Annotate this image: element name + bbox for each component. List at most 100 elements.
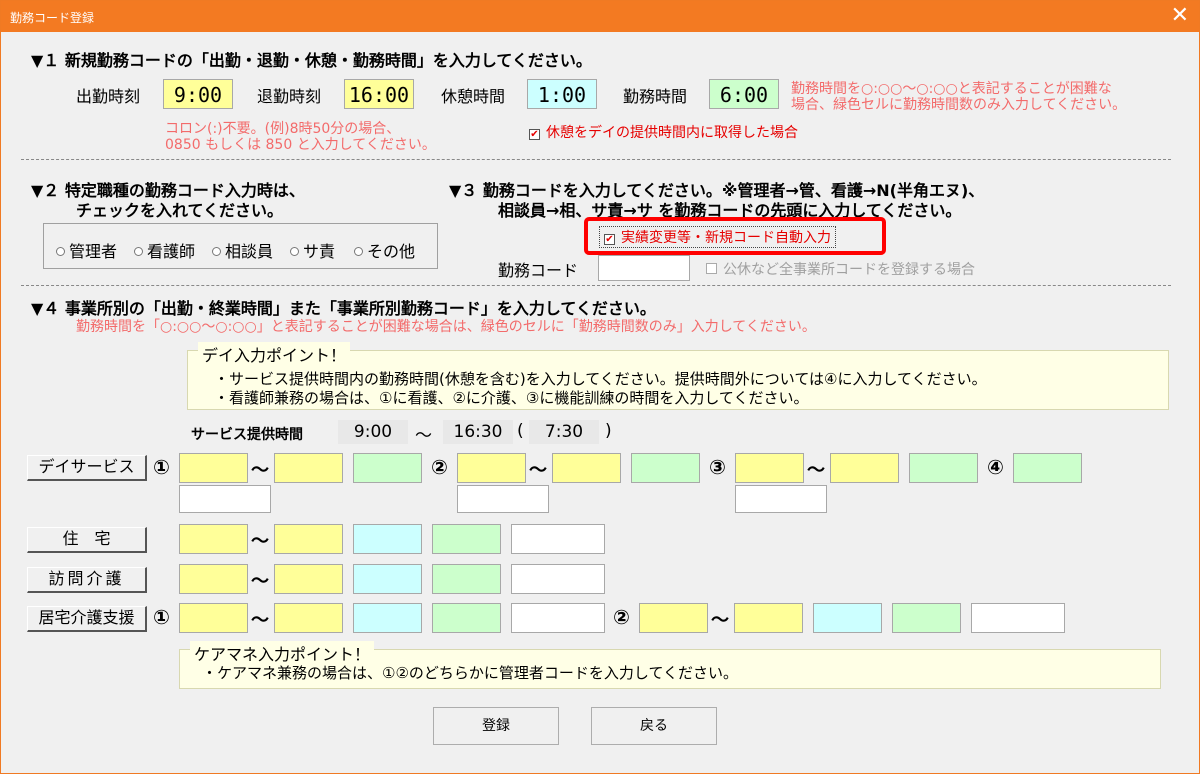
start-time-label: 出勤時刻: [76, 87, 141, 106]
day-info-legend: デイ入力ポイント！: [198, 342, 351, 366]
care-info-line-1: ・ケアマネ兼務の場合は、①②のどちらかに管理者コードを入力してください。: [202, 664, 738, 682]
window-title: 勤務コード登録: [10, 11, 95, 25]
checkbox-icon: [706, 263, 717, 274]
slot-2-marker: ②: [431, 455, 448, 479]
row-label-housing: 住 宅: [27, 527, 147, 553]
work-time-note-1: 勤務時間を○:○○～○:○○と表記することが困難な: [791, 81, 1112, 97]
section2-heading-2: チェックを入れてください。: [76, 201, 284, 220]
radio-counselor[interactable]: 相談員: [212, 238, 273, 262]
colon-note-2: 0850 もしくは 850 と入力してください。: [165, 137, 436, 153]
section1-heading: ▼１ 新規勤務コードの「出勤・退勤・休憩・勤務時間」を入力してください。: [31, 51, 592, 70]
colon-note-1: コロン(:)不要。(例)8時50分の場合、: [165, 121, 401, 137]
day-slot1-hours-input[interactable]: [353, 453, 422, 483]
row-label-visit-care: 訪問介護: [27, 567, 147, 593]
service-start-value: 9:00: [338, 420, 408, 444]
support-slot1-end-input[interactable]: [274, 603, 343, 633]
support-slot2-start-input[interactable]: [639, 603, 708, 633]
radio-icon: [290, 247, 299, 256]
day-slot3-start-input[interactable]: [735, 453, 804, 483]
back-button[interactable]: 戻る: [591, 707, 717, 745]
auto-input-checkbox[interactable]: ✔ 実績変更等・新規コード自動入力: [599, 226, 836, 248]
checkbox-check-icon: ✔: [529, 129, 540, 140]
radio-other[interactable]: その他: [354, 238, 415, 262]
care-manager-info-box: ケアマネ入力ポイント！ ・ケアマネ兼務の場合は、①②のどちらかに管理者コードを入…: [179, 641, 1161, 689]
work-time-label: 勤務時間: [623, 87, 688, 106]
break-time-label: 休憩時間: [441, 87, 506, 106]
support-slot2-break-input[interactable]: [813, 603, 882, 633]
work-code-input[interactable]: [598, 255, 690, 281]
break-in-service-label: 休憩をデイの提供時間内に取得した場合: [546, 125, 798, 141]
support-slot1-start-input[interactable]: [179, 603, 248, 633]
visit-break-input[interactable]: [353, 564, 422, 594]
slot-1-marker: ①: [153, 605, 170, 629]
radio-other-label: その他: [367, 242, 416, 261]
day-slot1-start-input[interactable]: [179, 453, 248, 483]
radio-nurse-label: 看護師: [147, 242, 196, 261]
day-info-line-1: ・サービス提供時間内の勤務時間(休憩を含む)を入力してください。提供時間外につい…: [214, 370, 987, 388]
break-in-service-checkbox[interactable]: ✔ 休憩をデイの提供時間内に取得した場合: [529, 122, 798, 142]
service-paren-open: (: [517, 421, 524, 441]
day-slot2-hours-input[interactable]: [631, 453, 700, 483]
work-code-label: 勤務コード: [498, 261, 579, 280]
service-end-value: 16:30: [443, 420, 513, 444]
end-time-label: 退勤時刻: [257, 87, 322, 106]
tilde: ～: [711, 610, 729, 631]
end-time-input[interactable]: 16:00: [344, 79, 414, 109]
tilde: ～: [529, 460, 547, 481]
slot-3-marker: ③: [709, 455, 726, 479]
day-slot1-code-input[interactable]: [179, 485, 271, 513]
support-slot1-code-input[interactable]: [511, 603, 605, 633]
title-bar: 勤務コード登録 ✕: [1, 1, 1199, 32]
day-slot3-code-input[interactable]: [735, 485, 827, 513]
all-office-label: 公休など全事業所コードを登録する場合: [723, 262, 975, 278]
day-slot2-code-input[interactable]: [457, 485, 549, 513]
divider: [21, 285, 1171, 286]
day-slot2-end-input[interactable]: [552, 453, 621, 483]
visit-start-input[interactable]: [179, 564, 248, 594]
visit-end-input[interactable]: [274, 564, 343, 594]
radio-service-manager[interactable]: サ責: [290, 238, 335, 262]
housing-start-input[interactable]: [179, 524, 248, 554]
day-slot2-start-input[interactable]: [457, 453, 526, 483]
day-slot1-end-input[interactable]: [274, 453, 343, 483]
row-label-home-care-support: 居宅介護支援: [27, 606, 147, 632]
radio-service-manager-label: サ責: [303, 242, 336, 261]
visit-code-input[interactable]: [511, 564, 605, 594]
housing-end-input[interactable]: [274, 524, 343, 554]
radio-icon: [134, 247, 143, 256]
slot-4-marker: ④: [987, 455, 1004, 479]
day-slot3-hours-input[interactable]: [909, 453, 978, 483]
housing-code-input[interactable]: [511, 524, 605, 554]
radio-icon: [354, 247, 363, 256]
start-time-input[interactable]: 9:00: [163, 79, 233, 109]
close-icon[interactable]: ✕: [1171, 3, 1189, 29]
all-office-checkbox[interactable]: 公休など全事業所コードを登録する場合: [706, 259, 975, 279]
support-slot2-hours-input[interactable]: [892, 603, 961, 633]
work-time-input[interactable]: 6:00: [709, 79, 779, 109]
day-slot4-hours-input[interactable]: [1013, 453, 1082, 483]
support-slot1-break-input[interactable]: [353, 603, 422, 633]
day-info-line-2: ・看護師兼務の場合は、①に看護、②に介護、③に機能訓練の時間を入力してください。: [214, 389, 809, 407]
dialog-window: 勤務コード登録 ✕ ▼１ 新規勤務コードの「出勤・退勤・休憩・勤務時間」を入力し…: [0, 0, 1200, 774]
radio-icon: [212, 247, 221, 256]
housing-break-input[interactable]: [353, 524, 422, 554]
tilde: ～: [807, 460, 825, 481]
row-label-day-service: デイサービス: [27, 455, 147, 481]
radio-manager[interactable]: 管理者: [56, 238, 117, 262]
visit-hours-input[interactable]: [432, 564, 501, 594]
support-slot2-code-input[interactable]: [971, 603, 1065, 633]
service-time-label: サービス提供時間: [191, 427, 303, 443]
slot-2-marker: ②: [613, 605, 630, 629]
day-info-box: デイ入力ポイント！ ・サービス提供時間内の勤務時間(休憩を含む)を入力してくださ…: [187, 342, 1169, 410]
support-slot1-hours-input[interactable]: [432, 603, 501, 633]
job-type-group: 管理者 看護師 相談員 サ責 その他: [43, 223, 438, 269]
register-button[interactable]: 登録: [433, 707, 559, 745]
section4-note: 勤務時間を「○:○○～○:○○」と表記することが困難な場合は、緑色のセルに「勤務…: [76, 319, 816, 335]
checkbox-check-icon: ✔: [604, 234, 615, 245]
break-time-input[interactable]: 1:00: [527, 79, 597, 109]
day-slot3-end-input[interactable]: [830, 453, 899, 483]
housing-hours-input[interactable]: [432, 524, 501, 554]
support-slot2-end-input[interactable]: [734, 603, 803, 633]
radio-manager-label: 管理者: [69, 242, 118, 261]
radio-nurse[interactable]: 看護師: [134, 238, 195, 262]
